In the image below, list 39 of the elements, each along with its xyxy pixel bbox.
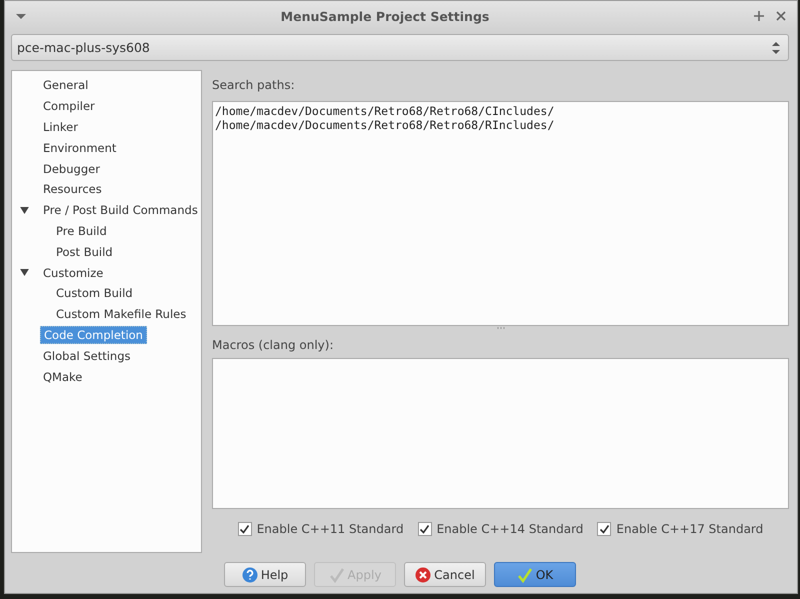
tree-item[interactable]: Pre Build (53, 222, 110, 239)
tree-item[interactable]: Environment (40, 140, 120, 156)
tree-item[interactable]: Debugger (40, 160, 103, 177)
tree-item[interactable]: Customize (40, 264, 106, 281)
search-paths-field[interactable]: /home/macdev/Documents/Retro68/Retro68/CIncludes/ /home/macdev/Documents/Retro68/Retro68/RIncludes/ (212, 101, 789, 326)
pin-icon[interactable] (753, 10, 765, 22)
macros-field[interactable] (212, 358, 789, 509)
checkbox[interactable] (597, 522, 612, 536)
checkbox-label: Enable C++11 Standard (256, 522, 404, 536)
cancel-button[interactable]: Cancel (404, 562, 486, 587)
checkbox[interactable] (238, 522, 252, 536)
checkbox-label: Enable C++14 Standard (436, 522, 584, 536)
expanded-arrow-icon[interactable] (20, 206, 29, 214)
check-icon (328, 566, 345, 582)
check-icon (516, 566, 533, 582)
tree-item[interactable]: Pre / Post Build Commands (40, 202, 201, 218)
close-icon[interactable] (775, 10, 787, 22)
search-paths-label: Search paths: (212, 78, 296, 92)
splitter-handle-icon[interactable] (496, 326, 504, 330)
expanded-arrow-icon[interactable] (20, 269, 29, 276)
help-button[interactable]: Help (224, 562, 306, 587)
checkbox-label: Enable C++17 Standard (616, 522, 764, 536)
tree-item[interactable]: General (40, 77, 92, 94)
tree-item[interactable]: Linker (40, 118, 81, 135)
tree-item[interactable]: QMake (40, 368, 86, 385)
tree-item[interactable]: Custom Build (53, 285, 136, 302)
tree-item[interactable]: Global Settings (40, 348, 134, 364)
tree-item[interactable]: Custom Makefile Rules (53, 306, 190, 322)
tree-item[interactable]: Resources (40, 181, 105, 198)
macros-label: Macros (clang only): (212, 338, 334, 352)
configuration-dropdown[interactable]: pce-mac-plus-sys608 (11, 34, 789, 61)
checkbox[interactable] (418, 522, 432, 536)
help-icon (242, 566, 258, 582)
ok-button[interactable]: OK (494, 562, 576, 587)
tree-item[interactable]: Compiler (40, 98, 98, 114)
tree-item[interactable]: Post Build (53, 244, 116, 260)
cancel-icon (415, 566, 432, 582)
window-title: MenuSample Project Settings (280, 8, 490, 24)
spinner-arrows-icon (772, 42, 780, 54)
